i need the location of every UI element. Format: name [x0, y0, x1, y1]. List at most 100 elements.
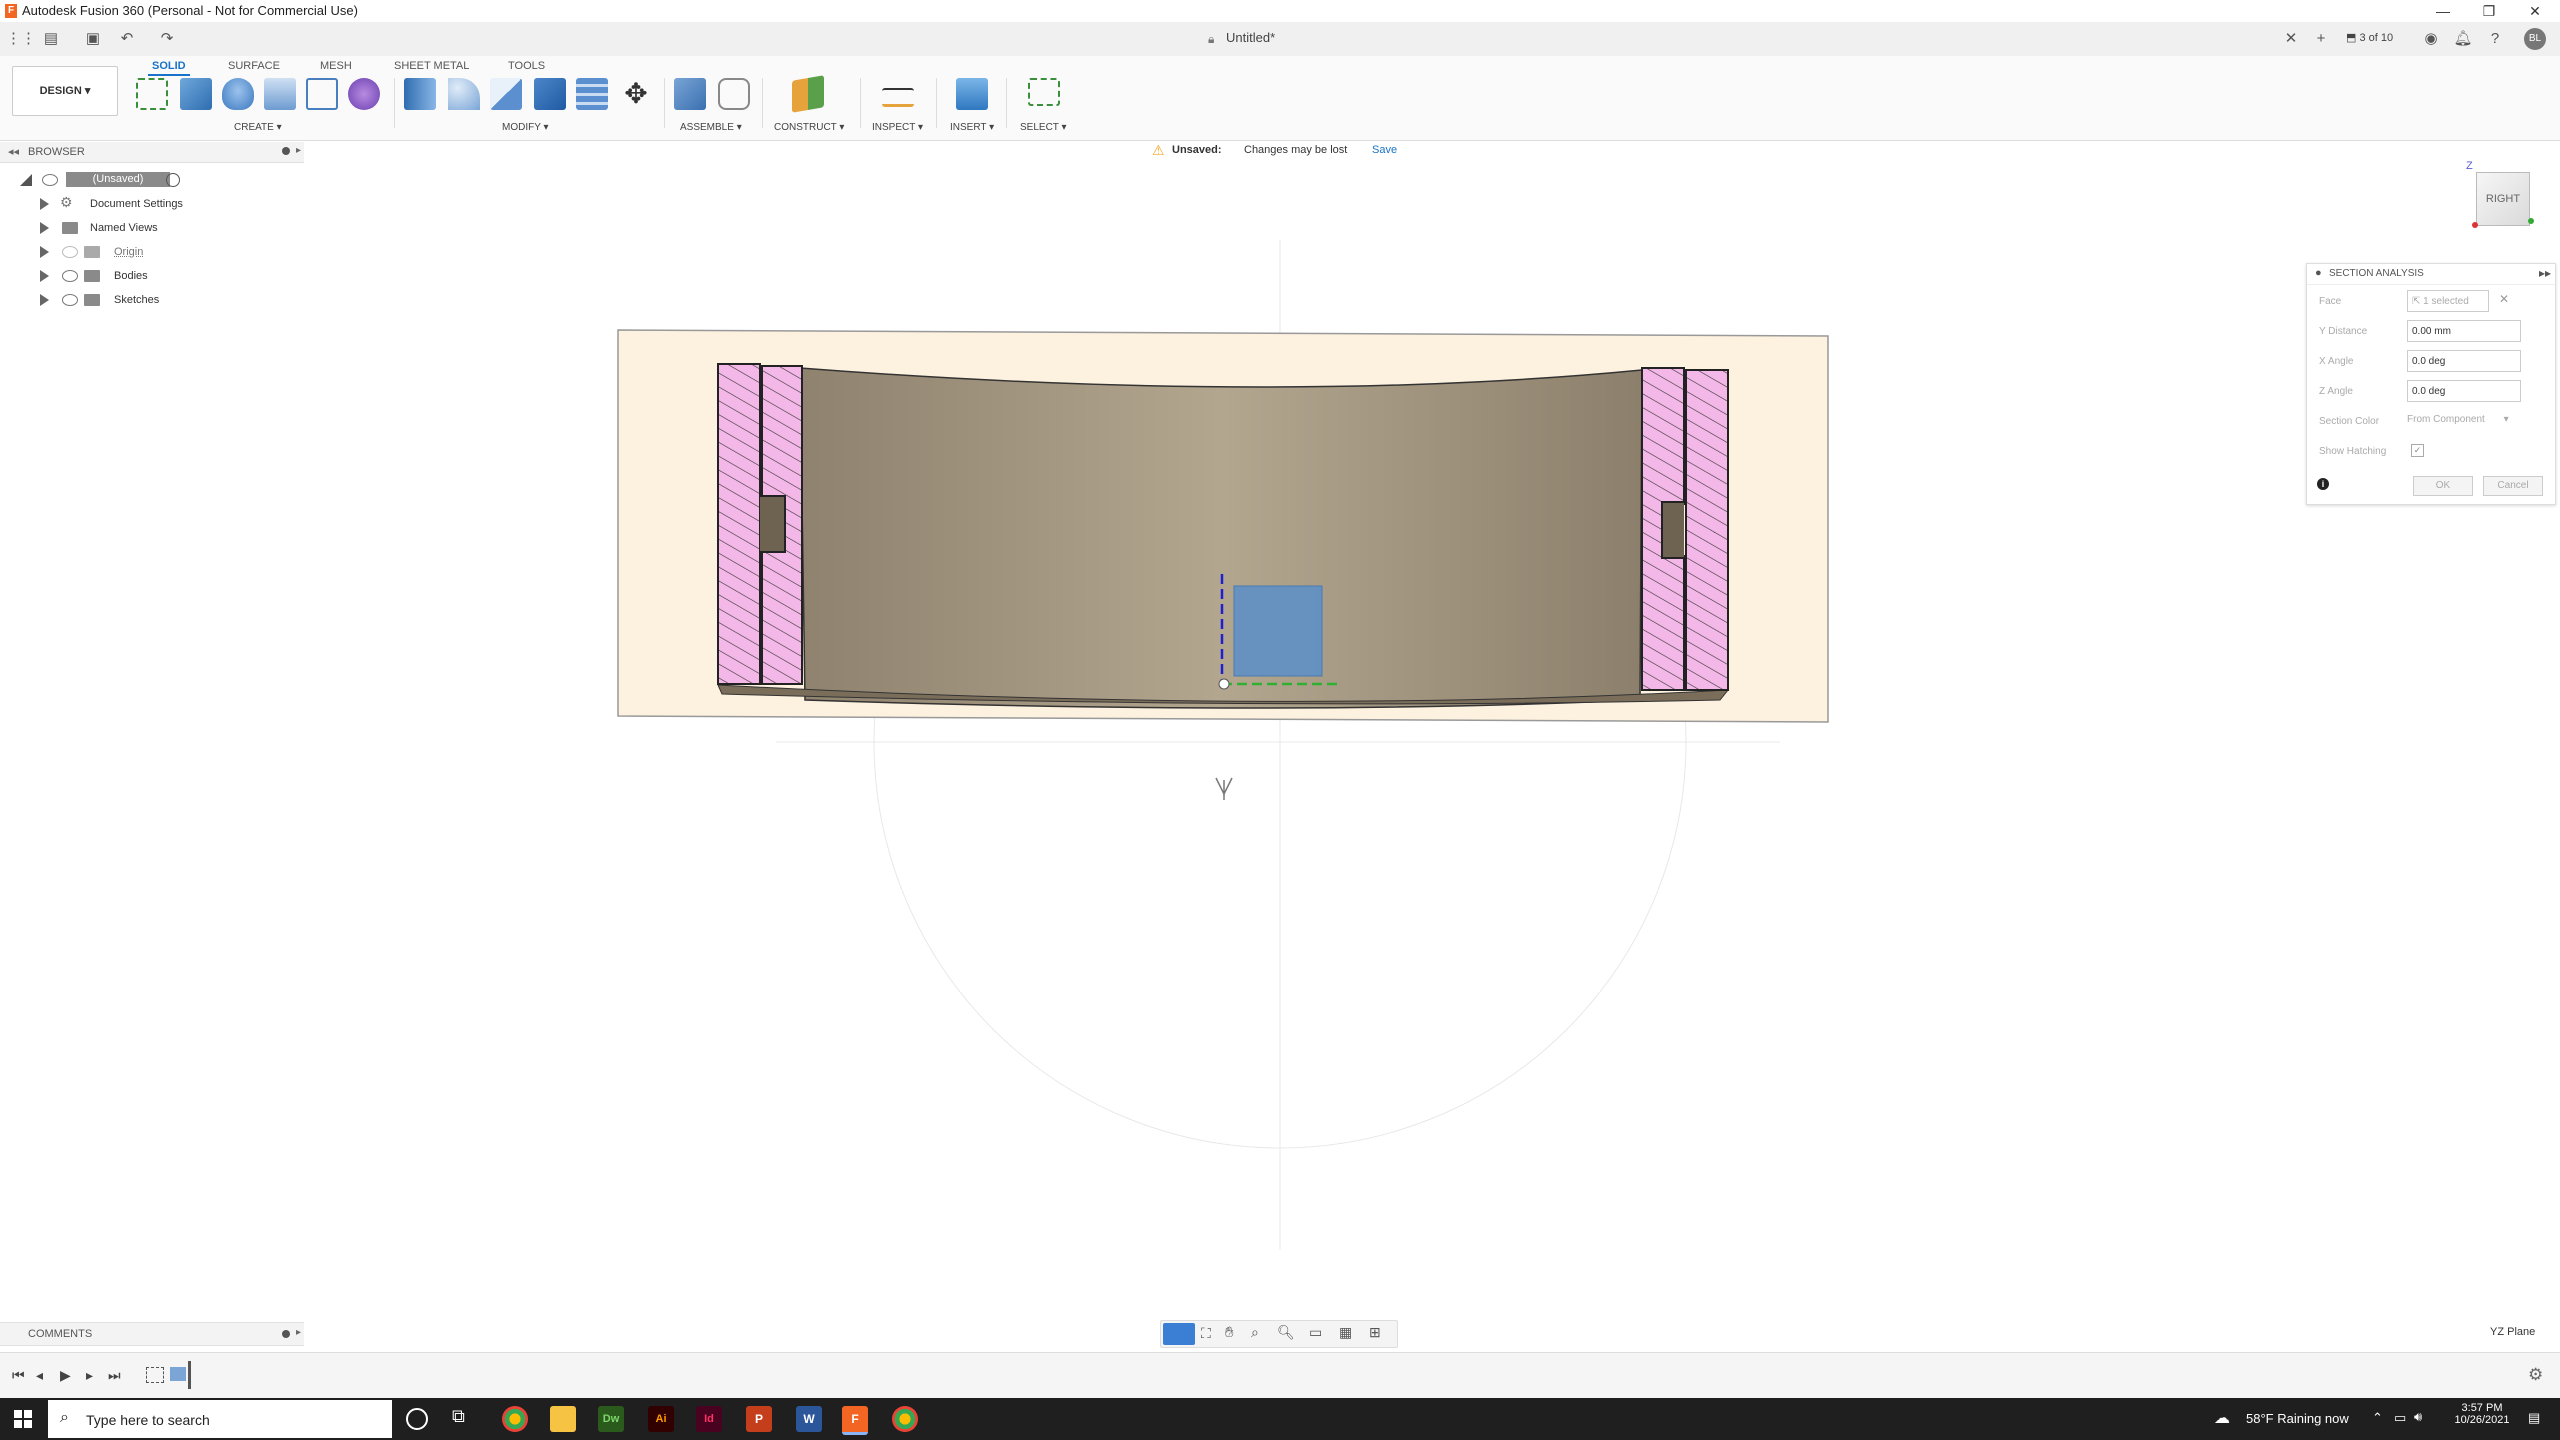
right-wall-section[interactable]: [1641, 367, 1729, 691]
revolve-icon[interactable]: [222, 78, 254, 110]
weather-text[interactable]: 58°F Raining now: [2246, 1411, 2349, 1426]
close-tab-icon[interactable]: ✕: [2280, 28, 2302, 50]
tab-mesh[interactable]: MESH: [316, 60, 356, 72]
zoom-icon[interactable]: ⌕: [1251, 1324, 1259, 1341]
shell-icon[interactable]: [534, 78, 566, 110]
pan-icon[interactable]: ✋︎: [1225, 1324, 1234, 1341]
redo-icon[interactable]: ↷: [156, 28, 178, 50]
new-tab-icon[interactable]: +: [2310, 28, 2332, 50]
grid-settings-icon[interactable]: ▦: [1339, 1324, 1352, 1341]
measure-icon[interactable]: [882, 88, 914, 107]
view-cube-face[interactable]: RIGHT: [2476, 172, 2530, 226]
illustrator-icon[interactable]: Ai: [648, 1406, 674, 1432]
user-avatar[interactable]: BL: [2524, 28, 2546, 50]
step-back-icon[interactable]: ◂: [36, 1367, 43, 1384]
task-view-icon[interactable]: ⧉: [452, 1406, 465, 1427]
tab-solid[interactable]: SOLID: [148, 60, 190, 76]
pin-comments-icon[interactable]: [282, 1330, 290, 1338]
visibility-eye-icon[interactable]: [62, 294, 78, 306]
timeline-section-icon[interactable]: [170, 1367, 186, 1381]
chrome-taskbar-icon[interactable]: [502, 1406, 528, 1432]
panel-expand-icon[interactable]: ▸: [296, 145, 301, 156]
view-cube[interactable]: Z RIGHT: [2466, 160, 2538, 232]
fusion-taskbar-icon[interactable]: F: [842, 1406, 868, 1435]
group-inspect[interactable]: INSPECT ▾: [872, 122, 923, 133]
info-icon[interactable]: i: [2317, 478, 2329, 490]
create-sketch-icon[interactable]: [136, 78, 168, 110]
help-icon[interactable]: ?: [2484, 28, 2506, 50]
comments-panel[interactable]: COMMENTS ▸: [0, 1322, 304, 1346]
new-component-icon[interactable]: [674, 78, 706, 110]
undo-icon[interactable]: ↶: [116, 28, 138, 50]
online-status-icon[interactable]: ◉: [2420, 28, 2442, 50]
volume-icon[interactable]: 🔊︎: [2414, 1409, 2422, 1425]
show-hatching-checkbox[interactable]: ✓: [2411, 444, 2424, 457]
action-center-icon[interactable]: ▤: [2528, 1410, 2540, 1426]
expanded-icon[interactable]: [20, 174, 32, 186]
z-angle-input[interactable]: 0.0 deg: [2407, 380, 2521, 402]
file-menu-icon[interactable]: ▤: [40, 28, 62, 50]
section-color-dropdown[interactable]: From Component ▾: [2407, 414, 2509, 425]
zoom-window-icon[interactable]: 🔍︎: [1277, 1324, 1295, 1341]
press-pull-icon[interactable]: [404, 78, 436, 110]
timeline-marker[interactable]: [188, 1361, 191, 1389]
indesign-icon[interactable]: Id: [696, 1406, 722, 1432]
cortana-icon[interactable]: [406, 1408, 428, 1430]
expand-icon[interactable]: [40, 294, 49, 306]
expand-icon[interactable]: [40, 222, 49, 234]
tray-chevron-icon[interactable]: ⌃: [2372, 1410, 2383, 1426]
pattern-icon[interactable]: [306, 78, 338, 110]
orbit-icon[interactable]: [1163, 1323, 1195, 1345]
chamfer-icon[interactable]: [490, 78, 522, 110]
pin-panel-icon[interactable]: [282, 147, 290, 155]
joint-icon[interactable]: [718, 78, 750, 110]
expand-comments-icon[interactable]: ▸: [296, 1327, 301, 1338]
offset-plane-icon[interactable]: [792, 75, 824, 113]
clock[interactable]: 3:57 PM 10/26/2021: [2446, 1402, 2518, 1426]
network-icon[interactable]: ▭: [2394, 1410, 2406, 1426]
move-copy-icon[interactable]: ✥: [620, 78, 652, 110]
activate-radio-icon[interactable]: [166, 173, 180, 187]
root-component-label[interactable]: (Unsaved): [66, 172, 170, 187]
tree-item-document-settings[interactable]: ⚙ Document Settings: [0, 192, 304, 216]
collapse-panel-icon[interactable]: ◂◂: [8, 145, 19, 158]
insert-image-icon[interactable]: [956, 78, 988, 110]
tree-item-bodies[interactable]: Bodies: [0, 264, 304, 288]
tree-item-named-views[interactable]: Named Views: [0, 216, 304, 240]
y-distance-input[interactable]: 0.00 mm: [2407, 320, 2521, 342]
group-modify[interactable]: MODIFY ▾: [502, 122, 549, 133]
select-box-icon[interactable]: [1028, 78, 1060, 106]
workspace-switcher[interactable]: DESIGN ▾: [12, 66, 118, 116]
group-create[interactable]: CREATE ▾: [234, 122, 282, 133]
group-assemble[interactable]: ASSEMBLE ▾: [680, 122, 742, 133]
face-selector[interactable]: ⇱ 1 selected: [2407, 290, 2489, 312]
save-icon[interactable]: ▣: [82, 28, 104, 50]
tree-item-sketches[interactable]: Sketches: [0, 288, 304, 312]
timeline-sketch-icon[interactable]: [146, 1367, 164, 1383]
expand-icon[interactable]: [40, 198, 49, 210]
fillet-icon[interactable]: [448, 78, 480, 110]
expand-icon[interactable]: [40, 270, 49, 282]
tree-root[interactable]: (Unsaved): [0, 168, 304, 192]
notifications-icon[interactable]: 🔔︎: [2452, 28, 2474, 50]
go-to-start-icon[interactable]: ⏮: [12, 1367, 25, 1384]
left-wall-section[interactable]: [717, 363, 803, 685]
sweep-icon[interactable]: [264, 78, 296, 110]
hidden-eye-icon[interactable]: [62, 246, 78, 258]
tab-tools[interactable]: TOOLS: [504, 60, 549, 72]
taskbar-search[interactable]: ⌕ Type here to search: [48, 1400, 392, 1438]
timeline-settings-icon[interactable]: ⚙: [2528, 1365, 2543, 1385]
extrude-icon[interactable]: [180, 78, 212, 110]
tab-sheet-metal[interactable]: SHEET METAL: [390, 60, 473, 72]
visibility-eye-icon[interactable]: [42, 174, 58, 186]
powerpoint-icon[interactable]: P: [746, 1406, 772, 1432]
create-form-icon[interactable]: [348, 78, 380, 110]
apps-grid-icon[interactable]: ⋮⋮: [6, 28, 36, 50]
expand-icon[interactable]: [40, 246, 49, 258]
viewports-icon[interactable]: ⊞: [1369, 1324, 1381, 1341]
windows-start-icon[interactable]: [14, 1410, 32, 1428]
tree-item-origin[interactable]: Origin: [0, 240, 304, 264]
canvas-viewport[interactable]: [0, 140, 2560, 1330]
group-select[interactable]: SELECT ▾: [1020, 122, 1067, 133]
x-angle-input[interactable]: 0.0 deg: [2407, 350, 2521, 372]
